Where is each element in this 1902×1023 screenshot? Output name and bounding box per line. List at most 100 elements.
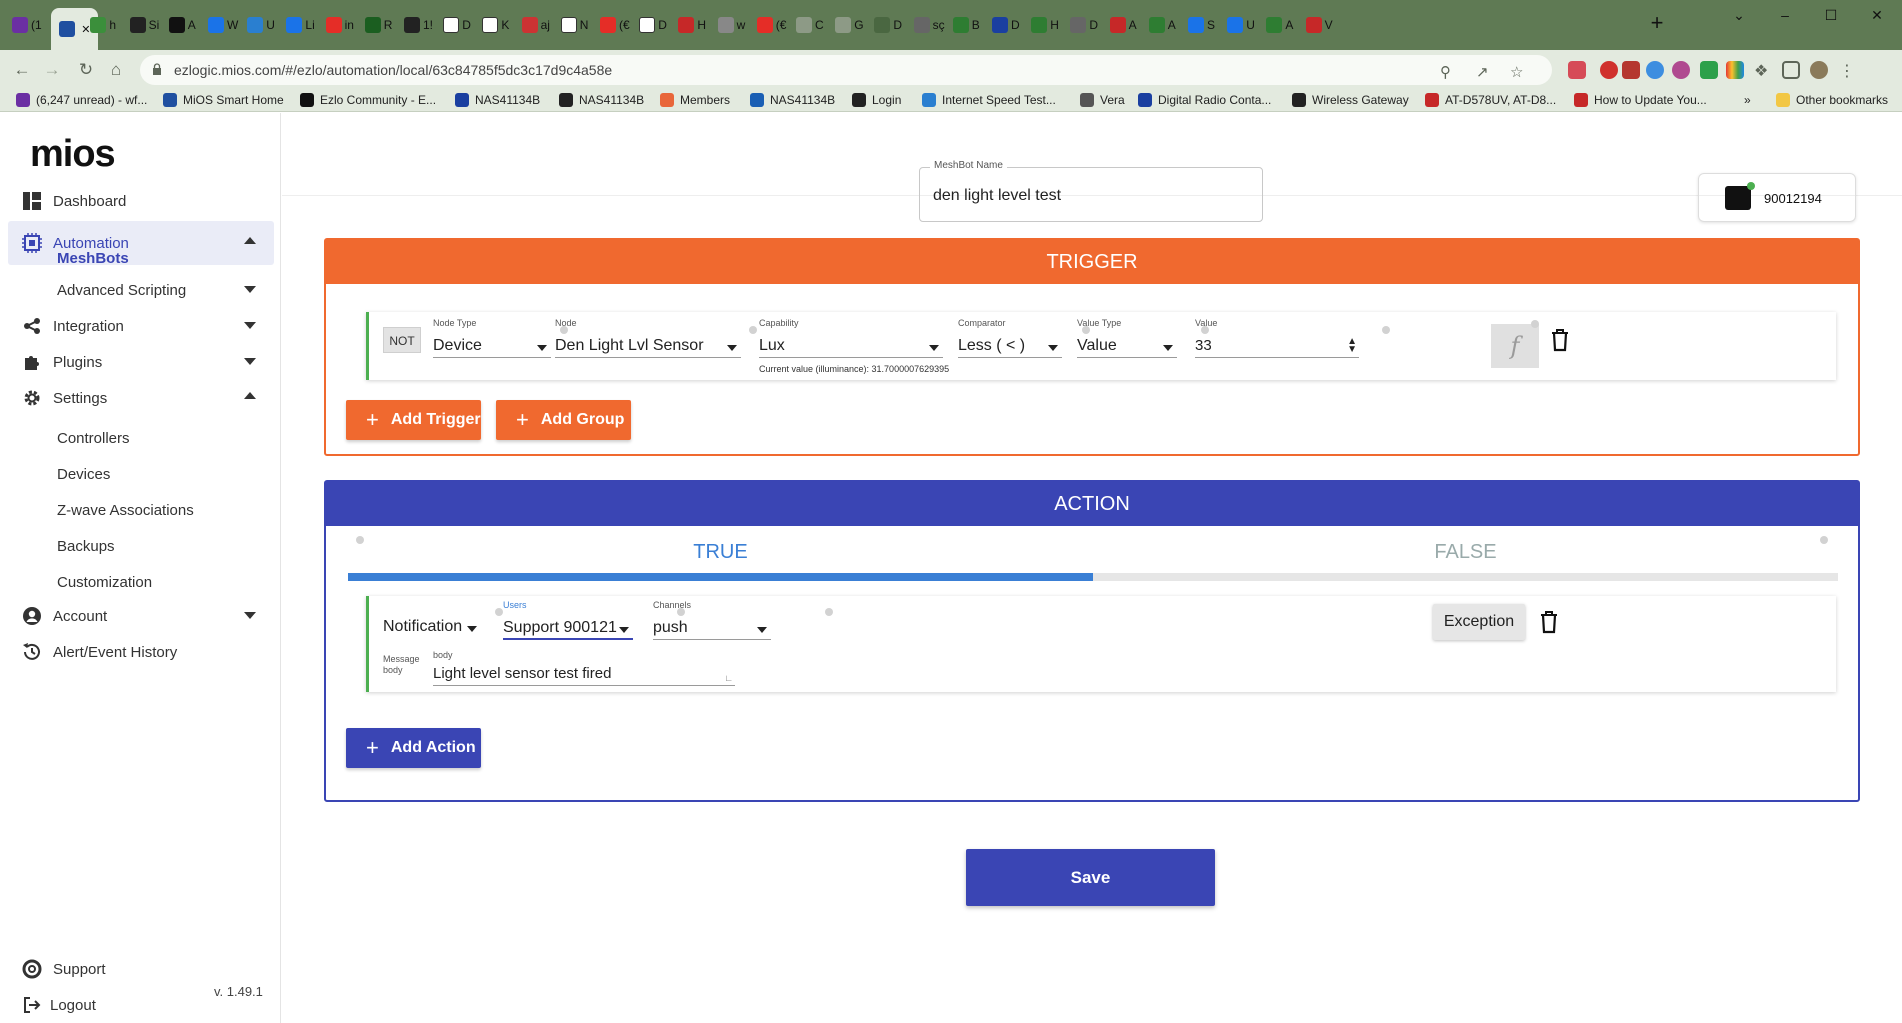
key-icon[interactable]: ⚲ <box>1440 63 1451 81</box>
browser-tab[interactable]: N <box>560 11 588 39</box>
profile-avatar[interactable] <box>1810 61 1828 79</box>
browser-tab[interactable]: D <box>874 11 902 39</box>
resize-handle-icon[interactable]: ∟ <box>724 673 733 683</box>
browser-tab[interactable]: (€ <box>756 11 786 39</box>
add-group-button[interactable]: + Add Group <box>496 400 631 440</box>
sidebar-item-settings[interactable]: Settings <box>8 376 274 420</box>
browser-tab[interactable]: 1! <box>404 11 433 39</box>
channels-select[interactable]: Channels push <box>653 600 771 640</box>
back-icon[interactable]: ← <box>12 60 32 80</box>
browser-tab[interactable]: V <box>1305 11 1333 39</box>
browser-tab[interactable]: sç <box>913 11 945 39</box>
sidebar-item-controllers[interactable]: Controllers <box>57 430 130 447</box>
stepper-icon[interactable]: ▲ ▼ <box>1347 337 1357 355</box>
bookmark-item[interactable]: (6,247 unread) - wf... <box>16 93 147 107</box>
node-type-select[interactable]: Node Type Device <box>433 318 551 358</box>
share-icon[interactable]: ↗ <box>1476 63 1489 81</box>
delete-action-icon[interactable] <box>1539 610 1559 634</box>
browser-menu-icon[interactable]: ⋮ <box>1838 61 1856 80</box>
meshbot-name-value[interactable]: den light level test <box>933 187 1061 205</box>
home-icon[interactable]: ⌂ <box>106 60 126 80</box>
cloud-extension-icon[interactable] <box>1646 61 1664 79</box>
browser-tab[interactable]: H <box>1031 11 1059 39</box>
exception-button[interactable]: Exception <box>1433 604 1525 640</box>
bookmark-item[interactable]: NAS41134B <box>559 93 644 107</box>
browser-tab[interactable]: U <box>247 11 275 39</box>
action-type-select[interactable]: Notification <box>383 604 481 644</box>
bookmark-star-icon[interactable]: ☆ <box>1510 63 1523 81</box>
sidebar-item-zwave-associations[interactable]: Z-wave Associations <box>57 502 194 519</box>
address-bar[interactable]: ezlogic.mios.com/#/ezlo/automation/local… <box>140 55 1552 85</box>
extension-pink-icon[interactable] <box>1672 61 1690 79</box>
sidebar-item-alert-history[interactable]: Alert/Event History <box>8 630 274 674</box>
info-icon[interactable] <box>1382 326 1390 334</box>
bookmark-item[interactable]: Internet Speed Test... <box>922 93 1056 107</box>
save-button[interactable]: Save <box>966 849 1215 906</box>
info-icon[interactable] <box>749 326 757 334</box>
bookmark-item[interactable]: How to Update You... <box>1574 93 1707 107</box>
browser-tab[interactable]: H <box>678 11 706 39</box>
browser-tab[interactable]: A <box>1148 11 1176 39</box>
tab-false[interactable]: FALSE <box>1093 532 1838 572</box>
tab-true[interactable]: TRUE <box>348 532 1093 572</box>
browser-tab[interactable]: D <box>639 11 667 39</box>
function-button[interactable]: f <box>1491 324 1539 368</box>
extensions-puzzle-icon[interactable]: ❖ <box>1754 61 1772 80</box>
sidebar-item-customization[interactable]: Customization <box>57 574 152 591</box>
sidebar-item-meshbots[interactable]: MeshBots <box>57 250 129 267</box>
bookmarks-overflow-button[interactable]: » <box>1744 93 1751 107</box>
browser-tab[interactable]: B <box>952 11 980 39</box>
minimize-window-button[interactable]: – <box>1762 0 1808 30</box>
comparator-select[interactable]: Comparator Less ( < ) <box>958 318 1062 358</box>
browser-tab[interactable]: (1 <box>12 11 42 39</box>
capability-select[interactable]: Capability Lux <box>759 318 943 358</box>
bookmark-item[interactable]: Members <box>660 93 730 107</box>
value-input[interactable]: Value 33 ▲ ▼ <box>1195 318 1359 358</box>
adblock-extension-icon[interactable] <box>1600 61 1618 79</box>
browser-tab[interactable]: Si <box>129 11 159 39</box>
color-extension-icon[interactable] <box>1726 61 1744 79</box>
message-body-input[interactable]: body Light level sensor test fired ∟ <box>433 650 735 686</box>
browser-tab[interactable]: Li <box>286 11 315 39</box>
sidebar-item-devices[interactable]: Devices <box>57 466 110 483</box>
minimize-button[interactable]: ⌄ <box>1716 0 1762 30</box>
sidepanel-icon[interactable] <box>1782 61 1800 79</box>
browser-tab[interactable]: D <box>992 11 1020 39</box>
browser-tab[interactable]: C <box>796 11 824 39</box>
new-tab-button[interactable]: + <box>1645 12 1669 36</box>
browser-tab[interactable]: R <box>364 11 392 39</box>
bookmark-item[interactable]: MiOS Smart Home <box>163 93 284 107</box>
bookmark-item[interactable]: Digital Radio Conta... <box>1138 93 1271 107</box>
browser-tab[interactable]: h <box>90 11 116 39</box>
browser-tab[interactable]: A <box>1109 11 1137 39</box>
bookmark-item[interactable]: Ezlo Community - E... <box>300 93 436 107</box>
check-extension-icon[interactable] <box>1700 61 1718 79</box>
browser-tab[interactable]: (€ <box>600 11 630 39</box>
info-icon[interactable] <box>825 608 833 616</box>
bookmark-item[interactable]: NAS41134B <box>455 93 540 107</box>
browser-tab[interactable]: w <box>717 11 745 39</box>
add-action-button[interactable]: + Add Action <box>346 728 481 768</box>
not-toggle[interactable]: NOT <box>383 327 421 353</box>
bookmark-item[interactable]: AT-D578UV, AT-D8... <box>1425 93 1556 107</box>
sidebar-item-dashboard[interactable]: Dashboard <box>8 179 274 223</box>
info-icon[interactable] <box>495 608 503 616</box>
delete-trigger-icon[interactable] <box>1550 328 1570 352</box>
other-bookmarks[interactable]: Other bookmarks <box>1776 93 1888 107</box>
bookmark-item[interactable]: Vera <box>1080 93 1125 107</box>
browser-tab[interactable]: W <box>208 11 238 39</box>
browser-tab[interactable]: in <box>325 11 354 39</box>
browser-tab[interactable]: aj <box>521 11 550 39</box>
browser-tab[interactable]: D <box>1070 11 1098 39</box>
browser-tab[interactable]: A <box>168 11 196 39</box>
add-trigger-button[interactable]: + Add Trigger <box>346 400 481 440</box>
meshbot-name-field[interactable]: MeshBot Name den light level test <box>919 160 1263 222</box>
extension-red-icon[interactable] <box>1622 61 1640 79</box>
browser-tab[interactable]: S <box>1188 11 1215 39</box>
browser-tab[interactable]: A <box>1266 11 1293 39</box>
info-icon[interactable] <box>1531 320 1539 328</box>
sidebar-item-automation[interactable]: Automation <box>8 221 274 265</box>
browser-tab[interactable]: K <box>482 11 509 39</box>
sidebar-item-backups[interactable]: Backups <box>57 538 115 555</box>
bookmark-item[interactable]: Wireless Gateway <box>1292 93 1409 107</box>
